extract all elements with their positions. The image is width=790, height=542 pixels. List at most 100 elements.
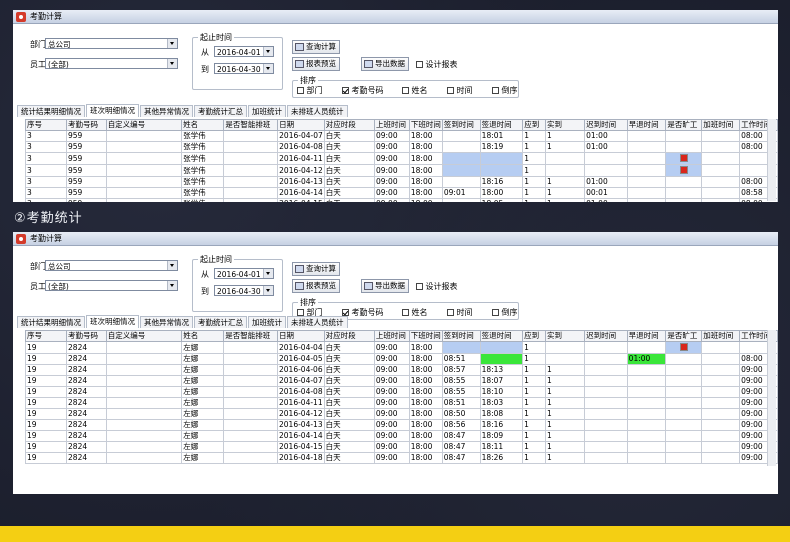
from-date-picker[interactable]: 2016-04-01 bbox=[214, 46, 274, 57]
chevron-down-icon[interactable] bbox=[167, 281, 177, 290]
column-header[interactable]: 自定义编号 bbox=[105, 330, 183, 342]
column-header[interactable]: 早退时间 bbox=[626, 119, 667, 131]
sort-option-2[interactable]: 姓名 bbox=[402, 307, 428, 318]
tab-3[interactable]: 考勤统计汇总 bbox=[194, 316, 247, 328]
chevron-down-icon[interactable] bbox=[167, 59, 177, 68]
design-report-checkbox[interactable]: 设计报表 bbox=[416, 281, 458, 292]
table-row[interactable]: 19 2824 左娜 2016-04-05 白天 09:00 18:00 08:51 1 01:0… bbox=[24, 353, 778, 365]
query-button[interactable]: 查询计算 bbox=[292, 262, 340, 276]
table-row[interactable]: 3 959 张学伟 2016-04-08 白天 09:00 18:00 18:19 1 1 01:0… bbox=[25, 141, 778, 153]
column-header[interactable]: 对应时段 bbox=[323, 330, 375, 342]
column-header[interactable]: 姓名 bbox=[181, 330, 225, 342]
dept-select[interactable]: 总公司 bbox=[45, 260, 178, 271]
vertical-scrollbar[interactable] bbox=[767, 119, 776, 201]
table-row[interactable]: 3959张学伟2016-04-15白天09:0018:0018:051101:0… bbox=[25, 198, 778, 202]
export-button[interactable]: 导出数据 bbox=[361, 279, 409, 293]
column-header[interactable]: 日期 bbox=[277, 330, 325, 342]
chevron-down-icon[interactable] bbox=[263, 47, 273, 56]
preview-button[interactable]: 报表预览 bbox=[292, 279, 340, 293]
checkbox[interactable] bbox=[447, 309, 454, 316]
table-row[interactable]: 3 959 张学伟 2016-04-07 白天 09:00 18:00 18:01 1 1 01:0… bbox=[25, 130, 778, 142]
column-header[interactable]: 签到时间 bbox=[441, 330, 481, 342]
design-report-checkbox[interactable]: 设计报表 bbox=[416, 59, 458, 70]
column-header[interactable]: 实到 bbox=[544, 330, 586, 342]
column-header[interactable]: 早退时间 bbox=[626, 330, 667, 342]
tab-4[interactable]: 加班统计 bbox=[248, 105, 286, 117]
chevron-down-icon[interactable] bbox=[263, 269, 273, 278]
column-header[interactable]: 应到 bbox=[522, 330, 546, 342]
table-row[interactable]: 19 2824 左娜 2016-04-11 白天 09:00 18:00 08:51 18:03… bbox=[24, 397, 778, 409]
column-header[interactable]: 签退时间 bbox=[479, 119, 524, 131]
column-header[interactable]: 对应时段 bbox=[323, 119, 375, 131]
checkbox[interactable] bbox=[342, 87, 349, 94]
preview-button[interactable]: 报表预览 bbox=[292, 57, 340, 71]
table-row[interactable]: 19 2824 左娜 2016-04-08 白天 09:00 18:00 08:55 18:10… bbox=[24, 386, 778, 398]
tab-1[interactable]: 班次明细情况 bbox=[86, 315, 139, 328]
sort-option-3[interactable]: 时间 bbox=[447, 85, 473, 96]
column-header[interactable]: 是否旷工 bbox=[665, 119, 703, 131]
column-header[interactable]: 上班时间 bbox=[373, 330, 410, 342]
column-header[interactable]: 签到时间 bbox=[441, 119, 481, 131]
table-row[interactable]: 19 2824 左娜 2016-04-06 白天 09:00 18:00 08:57 18:13… bbox=[24, 364, 778, 376]
column-header[interactable]: 是否智能排班 bbox=[223, 330, 279, 342]
query-button[interactable]: 查询计算 bbox=[292, 40, 340, 54]
table-row[interactable]: 19 2824 左娜 2016-04-07 白天 09:00 18:00 08:55 18:07… bbox=[24, 375, 778, 387]
column-header[interactable]: 姓名 bbox=[181, 119, 225, 131]
chevron-down-icon[interactable] bbox=[167, 261, 177, 270]
tab-5[interactable]: 未排班人员统计 bbox=[287, 105, 348, 117]
employee-select[interactable]: (全部) bbox=[45, 58, 178, 69]
column-header[interactable]: 是否智能排班 bbox=[223, 119, 279, 131]
tab-0[interactable]: 统计结果明细情况 bbox=[17, 105, 85, 117]
dept-select[interactable]: 总公司 bbox=[45, 38, 178, 49]
table-row[interactable]: 19 2824 左娜 2016-04-18 白天 09:00 18:00 08:47 18:26… bbox=[24, 452, 778, 464]
to-date-picker[interactable]: 2016-04-30 bbox=[214, 63, 274, 74]
employee-select[interactable]: (全部) bbox=[45, 280, 178, 291]
checkbox[interactable] bbox=[416, 61, 423, 68]
chevron-down-icon[interactable] bbox=[263, 64, 273, 73]
column-header[interactable]: 上班时间 bbox=[373, 119, 410, 131]
tab-0[interactable]: 统计结果明细情况 bbox=[17, 316, 85, 328]
table-row[interactable]: 3 959 张学伟 2016-04-13 白天 09:00 18:00 18:16 1 1 01:0… bbox=[25, 176, 778, 188]
sort-option-0[interactable]: 部门 bbox=[297, 85, 323, 96]
table-row[interactable]: 19 2824 左娜 2016-04-13 白天 09:00 18:00 08:56 18:16… bbox=[24, 419, 778, 431]
tab-1[interactable]: 班次明细情况 bbox=[86, 104, 139, 117]
table-row[interactable]: 19 2824 左娜 2016-04-12 白天 09:00 18:00 08:50 18:08… bbox=[24, 408, 778, 420]
column-header[interactable]: 是否旷工 bbox=[665, 330, 703, 342]
column-header[interactable]: 序号 bbox=[24, 330, 68, 342]
sort-option-4[interactable]: 倒序 bbox=[492, 307, 518, 318]
chevron-down-icon[interactable] bbox=[167, 39, 177, 48]
column-header[interactable]: 加班时间 bbox=[701, 330, 741, 342]
column-header[interactable]: 序号 bbox=[25, 119, 67, 131]
checkbox[interactable] bbox=[402, 309, 409, 316]
checkbox[interactable] bbox=[297, 309, 304, 316]
checkbox[interactable] bbox=[447, 87, 454, 94]
column-header[interactable]: 考勤号码 bbox=[65, 119, 107, 131]
tab-4[interactable]: 加班统计 bbox=[248, 316, 286, 328]
table-row[interactable]: 19 2824 左娜 2016-04-04 白天 09:00 18:00 1 bbox=[24, 341, 778, 354]
tab-2[interactable]: 其他异常情况 bbox=[140, 316, 193, 328]
from-date-picker[interactable]: 2016-04-01 bbox=[214, 268, 274, 279]
checkbox[interactable] bbox=[416, 283, 423, 290]
export-button[interactable]: 导出数据 bbox=[361, 57, 409, 71]
column-header[interactable]: 迟到时间 bbox=[584, 330, 628, 342]
table-row[interactable]: 19 2824 左娜 2016-04-14 白天 09:00 18:00 08:47 18:09… bbox=[24, 430, 778, 442]
sort-option-2[interactable]: 姓名 bbox=[402, 85, 428, 96]
tab-2[interactable]: 其他异常情况 bbox=[140, 105, 193, 117]
column-header[interactable]: 应到 bbox=[522, 119, 547, 131]
tab-5[interactable]: 未排班人员统计 bbox=[287, 316, 348, 328]
tab-3[interactable]: 考勤统计汇总 bbox=[194, 105, 247, 117]
column-header[interactable]: 签退时间 bbox=[479, 330, 524, 342]
column-header[interactable]: 加班时间 bbox=[701, 119, 741, 131]
column-header[interactable]: 下班时间 bbox=[408, 330, 443, 342]
table-row[interactable]: 3 959 张学伟 2016-04-11 白天 09:00 18:00 1 bbox=[25, 152, 778, 165]
vertical-scrollbar[interactable] bbox=[767, 330, 776, 466]
column-header[interactable]: 下班时间 bbox=[408, 119, 443, 131]
checkbox[interactable] bbox=[492, 87, 499, 94]
table-row[interactable]: 19 2824 左娜 2016-04-15 白天 09:00 18:00 08:47 18:11… bbox=[24, 441, 778, 453]
column-header[interactable]: 自定义编号 bbox=[105, 119, 183, 131]
sort-option-1[interactable]: 考勤号码 bbox=[342, 85, 384, 96]
column-header[interactable]: 日期 bbox=[277, 119, 325, 131]
table-row[interactable]: 3 959 张学伟 2016-04-12 白天 09:00 18:00 1 bbox=[25, 164, 778, 177]
table-row[interactable]: 3 959 张学伟 2016-04-14 白天 09:00 18:00 09:01 18:00 1… bbox=[25, 187, 778, 199]
checkbox[interactable] bbox=[297, 87, 304, 94]
